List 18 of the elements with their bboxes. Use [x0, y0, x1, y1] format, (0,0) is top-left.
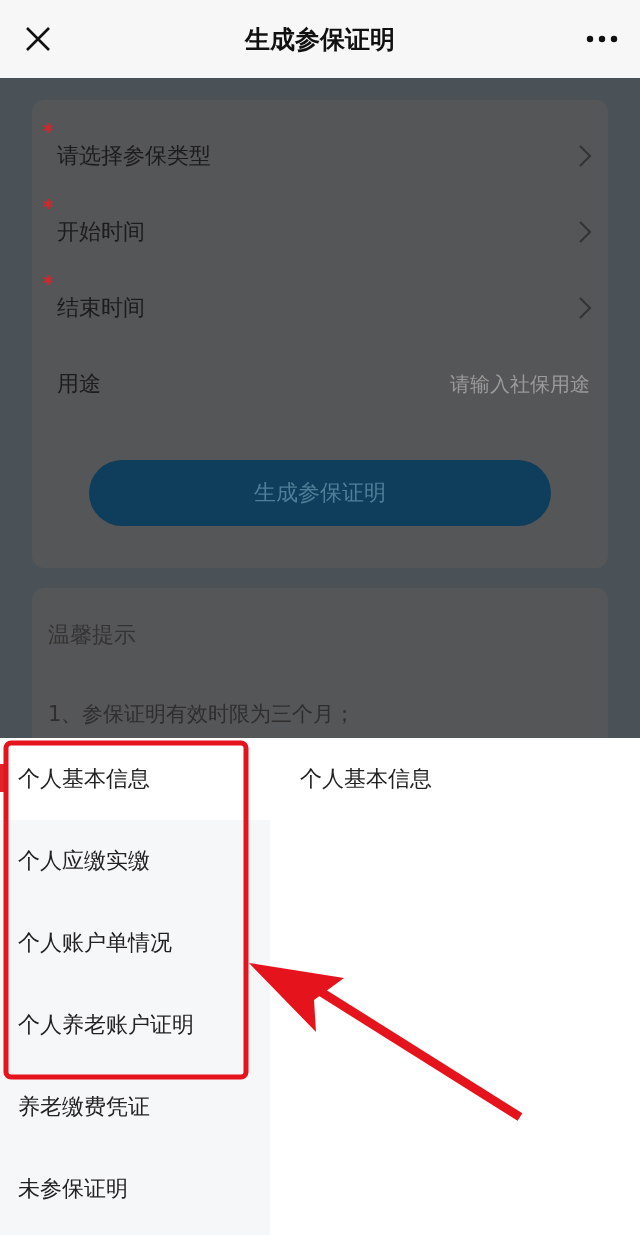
chevron-right-icon: [578, 296, 592, 320]
category-item[interactable]: 个人应缴实缴: [0, 820, 270, 902]
category-item[interactable]: 未参保证明: [0, 1148, 270, 1230]
field-label: 开始时间: [57, 218, 146, 246]
chevron-right-icon: [578, 144, 592, 168]
category-item[interactable]: 养老缴费凭证: [0, 1066, 270, 1148]
field-label: 结束时间: [57, 294, 146, 322]
more-icon: [586, 35, 618, 43]
category-item[interactable]: 个人养老账户证明: [0, 984, 270, 1066]
chevron-right-icon: [578, 220, 592, 244]
option-item[interactable]: 个人基本信息: [300, 738, 640, 820]
field-label: 用途: [57, 370, 102, 398]
page-title: 生成参保证明: [245, 23, 395, 56]
category-item[interactable]: 个人账户单情况: [0, 902, 270, 984]
category-item[interactable]: 个人基本信息: [0, 738, 270, 820]
input-field[interactable]: 请输入社保用途: [388, 371, 592, 397]
field-label: 请选择参保类型: [57, 142, 212, 170]
close-icon: [25, 26, 51, 52]
